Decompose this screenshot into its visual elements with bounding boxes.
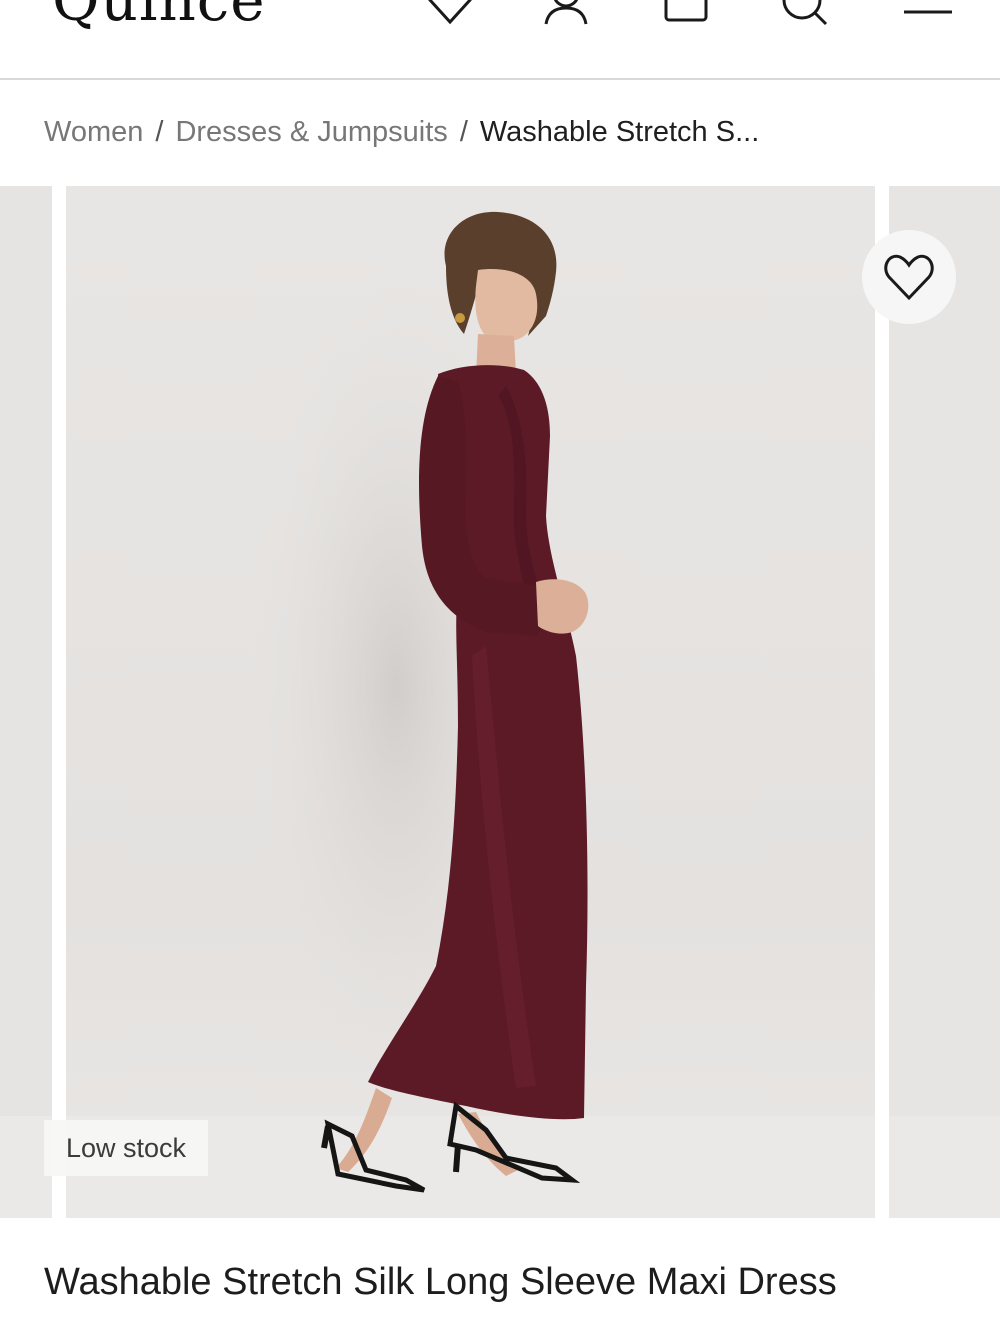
- model-illustration: [246, 211, 589, 1193]
- heart-outline-icon: [884, 254, 934, 301]
- breadcrumb-separator: /: [459, 116, 468, 148]
- low-stock-badge: Low stock: [44, 1120, 209, 1176]
- breadcrumb-separator: /: [155, 116, 164, 148]
- wishlist-heart-icon[interactable]: [424, 0, 476, 26]
- quince-logo[interactable]: Quince: [52, 0, 266, 32]
- next-slide-peek[interactable]: [889, 186, 1000, 1218]
- breadcrumb-current-page: Washable Stretch S...: [479, 116, 760, 148]
- breadcrumb-dresses-link[interactable]: Dresses & Jumpsuits: [175, 116, 447, 148]
- shopping-bag-icon[interactable]: [660, 0, 712, 26]
- site-header: Quince: [0, 0, 1000, 80]
- product-image[interactable]: [66, 186, 875, 1218]
- previous-slide-peek[interactable]: [0, 186, 52, 1218]
- add-to-wishlist-button[interactable]: [862, 230, 956, 324]
- account-icon[interactable]: [540, 0, 592, 26]
- breadcrumb: Women / Dresses & Jumpsuits / Washable Stret…: [44, 110, 759, 154]
- search-icon[interactable]: [778, 0, 830, 26]
- breadcrumb-women-link[interactable]: Women: [44, 116, 143, 148]
- product-title: Washable Stretch Silk Long Sleeve Maxi D…: [44, 1261, 837, 1303]
- menu-icon[interactable]: [902, 0, 954, 26]
- product-image-gallery[interactable]: Low stock: [0, 186, 1000, 1218]
